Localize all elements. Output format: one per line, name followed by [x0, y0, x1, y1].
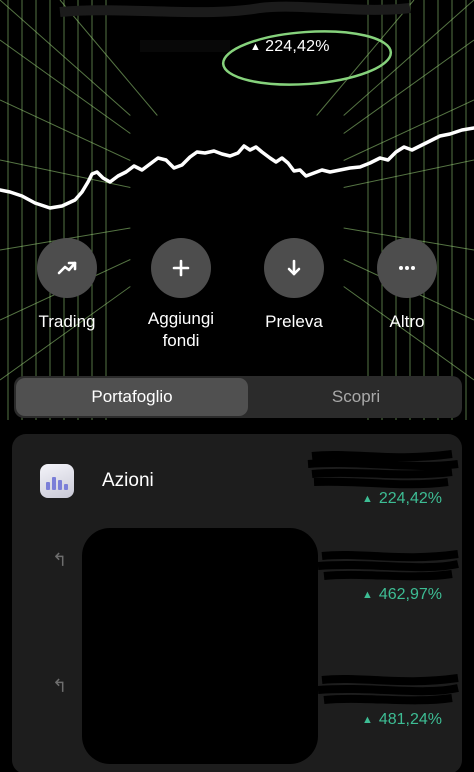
- trend-up-icon: [57, 261, 77, 275]
- more-dots-icon: [399, 266, 415, 270]
- arrow-down-icon: [287, 259, 301, 276]
- gain-up-icon: ▲: [250, 41, 262, 53]
- withdraw-label: Preleva: [265, 312, 323, 331]
- tab-scopri[interactable]: Scopri: [250, 376, 462, 418]
- trading-action[interactable]: Trading: [12, 238, 122, 333]
- trading-label: Trading: [38, 312, 96, 331]
- highlight-circle: [221, 30, 393, 86]
- plus-icon: [172, 259, 190, 277]
- withdraw-button[interactable]: [264, 238, 324, 298]
- add-funds-button[interactable]: [151, 238, 211, 298]
- add-funds-label: Aggiungi fondi: [147, 309, 215, 350]
- more-label: Altro: [389, 312, 425, 331]
- withdraw-action[interactable]: Preleva: [239, 238, 349, 333]
- add-funds-action[interactable]: Aggiungi fondi: [126, 238, 236, 352]
- tab-portafoglio[interactable]: Portafoglio: [16, 378, 248, 416]
- trading-button[interactable]: [37, 238, 97, 298]
- redaction-scribble: [59, 1, 411, 86]
- portfolio-hero: ▲ 224,42% Trading Aggiungi fondi Preleva…: [0, 0, 474, 420]
- more-action[interactable]: Altro: [352, 238, 462, 333]
- portfolio-tabs: Portafoglio Scopri: [14, 376, 462, 418]
- more-button[interactable]: [377, 238, 437, 298]
- total-gain: ▲ 224,42%: [250, 38, 330, 55]
- performance-line: [0, 126, 474, 210]
- redaction-box: [82, 528, 318, 764]
